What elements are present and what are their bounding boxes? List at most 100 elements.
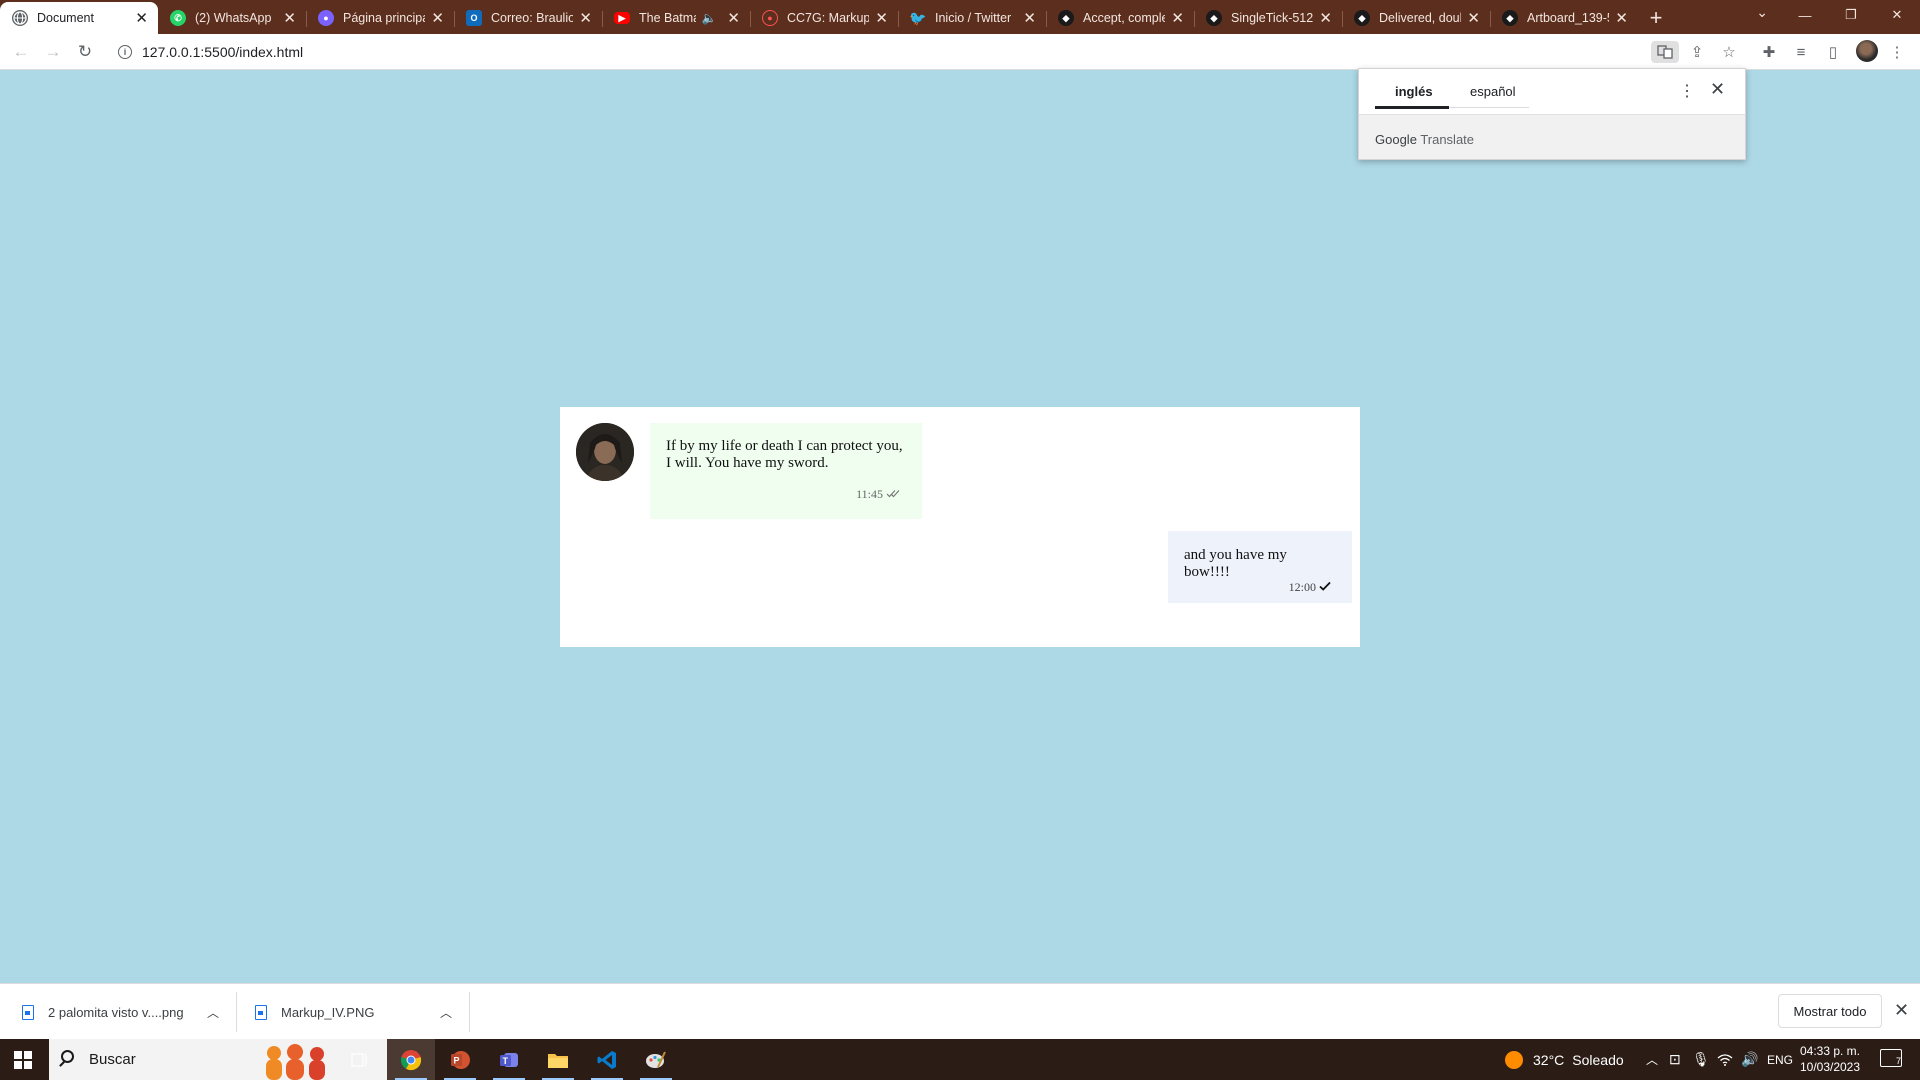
web-icon: ◆ — [1502, 10, 1518, 26]
restore-icon[interactable]: ❐ — [1828, 0, 1874, 30]
speaker-icon[interactable]: 🔈 — [701, 11, 716, 25]
globe-icon — [12, 10, 28, 26]
brand-name: Google — [1375, 132, 1417, 147]
search-placeholder: Buscar — [89, 1051, 136, 1068]
message-timestamp: 12:00 — [1289, 580, 1331, 595]
close-tab-icon[interactable]: ✕ — [283, 11, 296, 26]
chevron-up-icon[interactable]: ︿ — [1646, 1039, 1658, 1080]
new-tab-button[interactable]: + — [1638, 2, 1674, 34]
clock-date: 10/03/2023 — [1799, 1060, 1861, 1074]
close-icon[interactable]: ✕ — [1710, 79, 1725, 100]
tab-title: CC7G: Markup — [787, 11, 870, 25]
close-tab-icon[interactable]: ✕ — [1171, 11, 1184, 26]
tab-the-batman[interactable]: ▶ The Batman 🔈 ✕ — [602, 2, 750, 34]
tab-delivered[interactable]: ◆ Delivered, doub ✕ — [1342, 2, 1490, 34]
tab-title: (2) WhatsApp — [195, 11, 272, 25]
side-panel-icon[interactable]: ▯ — [1822, 42, 1844, 62]
translate-options-icon[interactable]: ⋮ — [1679, 81, 1695, 101]
outlook-icon: O — [466, 10, 482, 26]
download-shelf: 2 palomita visto v....png ︿ Markup_IV.PN… — [0, 983, 1920, 1039]
youtube-icon: ▶ — [614, 12, 630, 24]
notification-center-icon[interactable]: 7 — [1880, 1049, 1902, 1067]
address-bar[interactable]: i 127.0.0.1:5500/index.html — [108, 37, 1686, 67]
chevron-up-icon[interactable]: ︿ — [207, 1004, 219, 1021]
paint-taskbar-icon[interactable] — [632, 1039, 680, 1080]
tab-target-language[interactable]: español — [1470, 84, 1516, 99]
product-name: Translate — [1420, 132, 1475, 147]
chevron-up-icon[interactable]: ︿ — [440, 1004, 452, 1021]
extensions-puzzle-icon[interactable]: ✚ — [1758, 42, 1780, 62]
chat-card: If by my life or death I can protect you… — [560, 407, 1360, 647]
share-icon[interactable]: ⇪ — [1686, 42, 1708, 62]
close-tab-icon[interactable]: ✕ — [727, 11, 740, 26]
microphone-icon[interactable]: 🎙 — [1692, 1039, 1710, 1080]
web-icon: ◆ — [1058, 10, 1074, 26]
divider — [236, 992, 237, 1032]
powerpoint-taskbar-icon[interactable]: P — [436, 1039, 484, 1080]
download-filename: 2 palomita visto v....png — [48, 1004, 184, 1020]
show-all-button[interactable]: Mostrar todo — [1778, 994, 1882, 1028]
camera-icon[interactable]: ⊡ — [1669, 1039, 1681, 1080]
close-tab-icon[interactable]: ✕ — [579, 11, 592, 26]
windows-start-icon[interactable] — [14, 1051, 32, 1069]
search-icon — [61, 1050, 74, 1063]
tab-title: Artboard_139-5 — [1527, 11, 1610, 25]
page-icon: ● — [318, 10, 334, 26]
message-text: If by my life or death I can protect you… — [666, 438, 903, 471]
search-highlight-illustration-icon — [266, 1044, 325, 1080]
media-queue-icon[interactable]: ≡ — [1790, 42, 1812, 62]
file-explorer-taskbar-icon[interactable] — [534, 1039, 582, 1080]
close-tab-icon[interactable]: ✕ — [1319, 11, 1332, 26]
tab-document[interactable]: Document ✕ — [0, 2, 158, 34]
more-menu-icon[interactable]: ⋮ — [1886, 42, 1908, 62]
back-icon[interactable]: ← — [9, 40, 33, 64]
vscode-taskbar-icon[interactable] — [583, 1039, 631, 1080]
volume-icon[interactable]: 🔊 — [1741, 1039, 1758, 1080]
task-view-icon[interactable] — [336, 1039, 384, 1080]
minimize-icon[interactable]: — — [1782, 0, 1828, 30]
weather-description: Soleado — [1572, 1051, 1624, 1068]
teams-taskbar-icon[interactable]: T — [485, 1039, 533, 1080]
site-info-icon[interactable]: i — [118, 45, 132, 59]
download-item[interactable]: 2 palomita visto v....png — [22, 984, 222, 1040]
browser-toolbar: ← → ↻ i 127.0.0.1:5500/index.html ⇪ ☆ ✚ … — [0, 34, 1920, 70]
close-tab-icon[interactable]: ✕ — [875, 11, 888, 26]
tab-search-chevron-icon[interactable]: ⌄ — [1756, 4, 1768, 21]
tab-artboard[interactable]: ◆ Artboard_139-5 ✕ — [1490, 2, 1638, 34]
translate-icon[interactable] — [1651, 41, 1679, 63]
wifi-icon[interactable] — [1717, 1039, 1733, 1080]
time-text: 11:45 — [856, 487, 883, 501]
close-tab-icon[interactable]: ✕ — [1467, 11, 1480, 26]
tab-divider — [1449, 107, 1529, 108]
translate-popup-header: inglés español ⋮ ✕ — [1359, 69, 1745, 115]
close-tab-icon[interactable]: ✕ — [431, 11, 444, 26]
tab-cc7g-markup[interactable]: ● CC7G: Markup ✕ — [750, 2, 898, 34]
close-tab-icon[interactable]: ✕ — [135, 11, 148, 26]
weather-widget[interactable]: 32°C Soleado — [1505, 1039, 1624, 1080]
sun-icon — [1505, 1050, 1523, 1069]
url-text: 127.0.0.1:5500/index.html — [142, 44, 304, 60]
translate-popup: inglés español ⋮ ✕ Google Translate — [1358, 68, 1746, 160]
chrome-taskbar-icon[interactable] — [387, 1039, 435, 1080]
close-window-icon[interactable]: ✕ — [1874, 0, 1920, 30]
tab-singletick[interactable]: ◆ SingleTick-512.p ✕ — [1194, 2, 1342, 34]
close-tab-icon[interactable]: ✕ — [1615, 11, 1628, 26]
tab-accept-complete[interactable]: ◆ Accept, complete ✕ — [1046, 2, 1194, 34]
tab-source-language[interactable]: inglés — [1395, 84, 1433, 99]
bookmark-star-icon[interactable]: ☆ — [1718, 42, 1740, 62]
close-tab-icon[interactable]: ✕ — [1023, 11, 1036, 26]
tab-strip: Document ✕ ✆ (2) WhatsApp ✕ ● Página pri… — [0, 0, 1920, 34]
tab-correo[interactable]: O Correo: Braulio ✕ — [454, 2, 602, 34]
notification-count: 7 — [1895, 1056, 1901, 1066]
forward-icon[interactable]: → — [41, 40, 65, 64]
close-icon[interactable]: ✕ — [1894, 1000, 1909, 1021]
reload-icon[interactable]: ↻ — [73, 40, 97, 64]
system-clock[interactable]: 04:33 p. m. 10/03/2023 — [1790, 1043, 1870, 1075]
tab-twitter[interactable]: 🐦 Inicio / Twitter ✕ — [898, 2, 1046, 34]
tab-pagina-principal[interactable]: ● Página principal ✕ — [306, 2, 454, 34]
tab-whatsapp[interactable]: ✆ (2) WhatsApp ✕ — [158, 2, 306, 34]
tab-title: Delivered, doub — [1379, 11, 1462, 25]
download-item[interactable]: Markup_IV.PNG — [255, 984, 455, 1040]
file-icon — [255, 1004, 267, 1020]
profile-avatar[interactable] — [1856, 40, 1878, 62]
